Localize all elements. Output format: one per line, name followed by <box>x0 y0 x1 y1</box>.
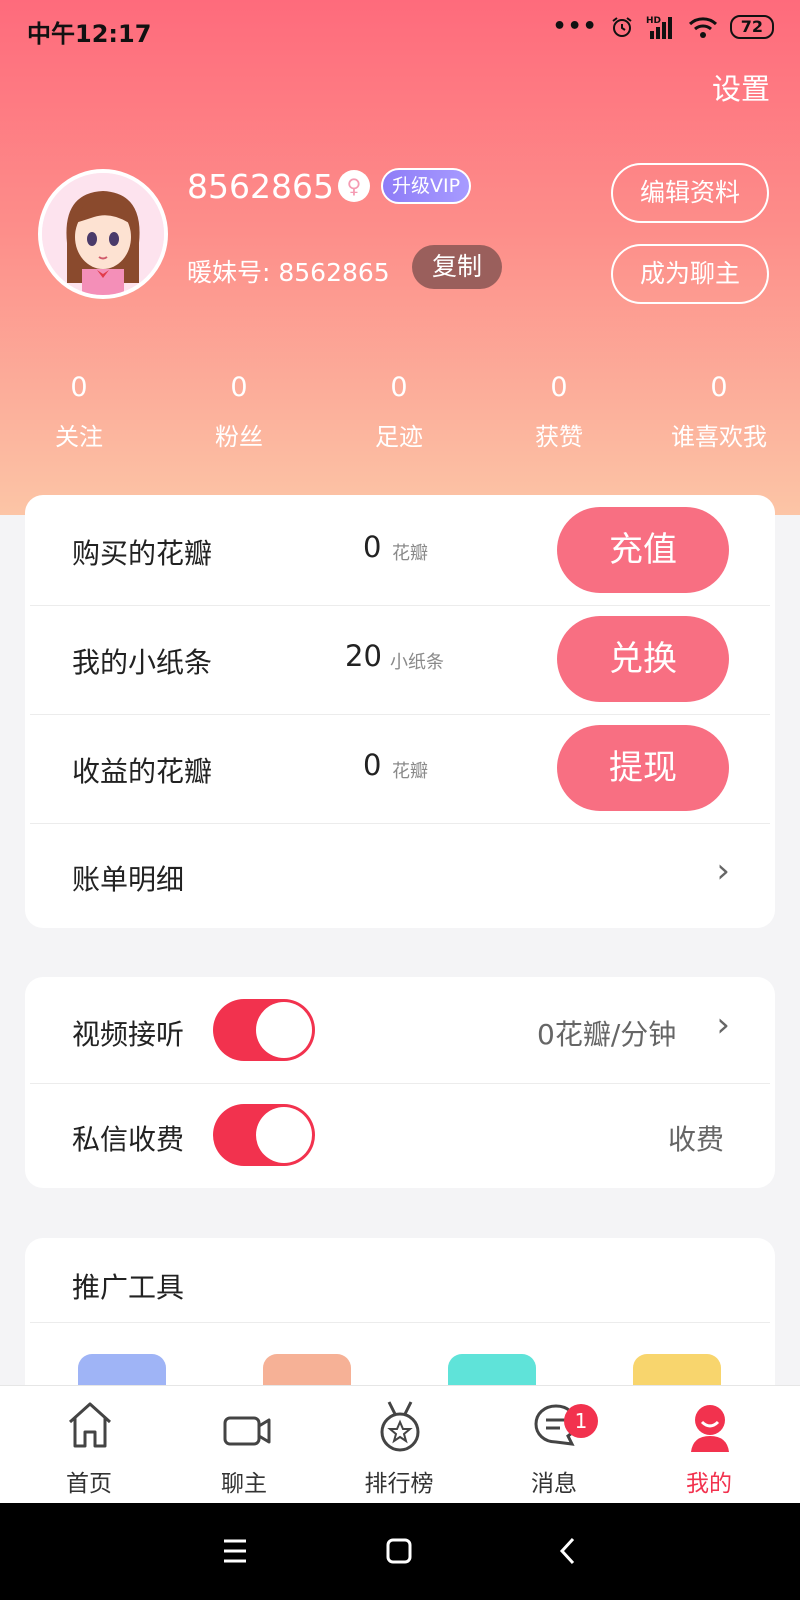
nav-item-messages[interactable]: 1 消息 <box>494 1386 614 1504</box>
toggle-knob <box>256 1107 312 1163</box>
nav-item-ranking[interactable]: 排行榜 <box>339 1386 459 1504</box>
row-unit: 小纸条 <box>390 652 444 673</box>
divider <box>30 1322 770 1323</box>
stats-row: 0 关注 0 粉丝 0 足迹 0 获赞 0 谁喜欢我 <box>0 372 800 472</box>
status-time: 中午12:17 <box>27 20 152 48</box>
row-value: 0 <box>363 530 382 564</box>
stat-label: 关注 <box>55 423 103 451</box>
wallet-row-earnings: 收益的花瓣 0 花瓣 提现 <box>25 714 775 823</box>
row-label: 收益的花瓣 <box>72 755 213 788</box>
status-icons: ••• HD 72 <box>553 14 774 39</box>
menu-icon[interactable] <box>222 1533 248 1569</box>
avatar-image <box>42 173 164 295</box>
profile-icon <box>691 1405 729 1452</box>
upgrade-vip-badge[interactable]: 升级VIP <box>381 168 472 204</box>
stat-following[interactable]: 0 关注 <box>9 372 149 452</box>
user-id-text: 暖妹号: 8562865 <box>187 258 390 287</box>
settings-link[interactable]: 设置 <box>712 66 770 108</box>
chevron-right-icon: › <box>716 851 730 891</box>
more-dots-icon: ••• <box>552 14 598 39</box>
row-label: 私信收费 <box>72 1123 185 1156</box>
row-unit: 花瓣 <box>392 543 428 564</box>
alarm-icon <box>612 16 632 37</box>
stat-value: 0 <box>70 372 88 403</box>
recharge-button[interactable]: 充值 <box>557 507 729 593</box>
video-answer-row: 视频接听 0花瓣/分钟 › <box>25 977 775 1083</box>
unread-badge: 1 <box>564 1404 598 1438</box>
user-name: 8562865 <box>187 167 334 206</box>
stat-label: 谁喜欢我 <box>671 423 767 451</box>
nav-item-hosts[interactable]: 聊主 <box>184 1386 304 1504</box>
svg-text:HD: HD <box>646 16 661 26</box>
bottom-navigation: 首页 聊主 排行榜 1 消息 我的 <box>0 1385 800 1503</box>
stat-value: 0 <box>550 372 568 403</box>
row-label: 账单明细 <box>72 863 185 896</box>
wallet-row-notes: 我的小纸条 20 小纸条 兑换 <box>25 605 775 714</box>
wallet-row-purchased: 购买的花瓣 0 花瓣 充值 <box>25 495 775 605</box>
system-navigation-bar <box>0 1503 800 1600</box>
medal-icon <box>380 1401 420 1452</box>
home-icon <box>68 1402 112 1448</box>
nav-label: 我的 <box>686 1471 732 1497</box>
promo-title: 推广工具 <box>72 1271 185 1304</box>
stat-fans[interactable]: 0 粉丝 <box>169 372 309 452</box>
row-unit: 花瓣 <box>392 761 428 782</box>
nav-label: 排行榜 <box>364 1471 434 1497</box>
stat-likes[interactable]: 0 获赞 <box>489 372 629 452</box>
stat-value: 0 <box>710 372 728 403</box>
female-gender-icon: ♀ <box>338 170 370 202</box>
chevron-right-icon[interactable]: › <box>716 1005 730 1045</box>
message-charge-toggle[interactable] <box>213 1104 315 1166</box>
camera-icon <box>223 1416 271 1446</box>
stat-who-likes-me[interactable]: 0 谁喜欢我 <box>649 372 789 452</box>
wifi-icon <box>688 16 717 38</box>
stat-value: 0 <box>230 372 248 403</box>
toggle-knob <box>256 1002 312 1058</box>
video-answer-toggle[interactable] <box>213 999 315 1061</box>
stat-label: 足迹 <box>375 423 423 451</box>
home-square-icon[interactable] <box>386 1533 412 1569</box>
avatar[interactable] <box>38 169 168 299</box>
message-charge-row: 私信收费 收费 <box>25 1083 775 1188</box>
become-host-button[interactable]: 成为聊主 <box>611 244 769 304</box>
row-label: 视频接听 <box>72 1018 185 1051</box>
status-bar: 中午12:17 ••• HD 72 <box>0 0 800 58</box>
nav-label: 聊主 <box>221 1471 267 1497</box>
wallet-card: 购买的花瓣 0 花瓣 充值 我的小纸条 20 小纸条 兑换 收益的花瓣 0 花瓣… <box>25 495 775 928</box>
charges-card: 视频接听 0花瓣/分钟 › 私信收费 收费 <box>25 977 775 1188</box>
stat-value: 0 <box>390 372 408 403</box>
signal-icon: HD <box>646 16 672 39</box>
stat-label: 粉丝 <box>215 423 263 451</box>
bill-details-row[interactable]: 账单明细 › <box>25 823 775 928</box>
stat-label: 获赞 <box>535 423 583 451</box>
row-label: 购买的花瓣 <box>72 537 213 570</box>
back-icon[interactable] <box>558 1533 578 1569</box>
withdraw-button[interactable]: 提现 <box>557 725 729 811</box>
nav-item-home[interactable]: 首页 <box>29 1386 149 1504</box>
nav-label: 首页 <box>66 1471 112 1497</box>
edit-profile-button[interactable]: 编辑资料 <box>611 163 769 223</box>
row-value: 0 <box>363 748 382 782</box>
battery-indicator: 72 <box>729 14 774 39</box>
row-label: 我的小纸条 <box>72 646 213 679</box>
stat-footprints[interactable]: 0 足迹 <box>329 372 469 452</box>
copy-id-button[interactable]: 复制 <box>412 245 502 289</box>
row-value: 20 <box>345 639 382 673</box>
nav-item-me[interactable]: 我的 <box>649 1386 769 1504</box>
video-price-text[interactable]: 0花瓣/分钟 <box>537 1013 676 1053</box>
message-charge-text: 收费 <box>668 1123 725 1156</box>
exchange-button[interactable]: 兑换 <box>557 616 729 702</box>
nav-label: 消息 <box>531 1471 577 1497</box>
